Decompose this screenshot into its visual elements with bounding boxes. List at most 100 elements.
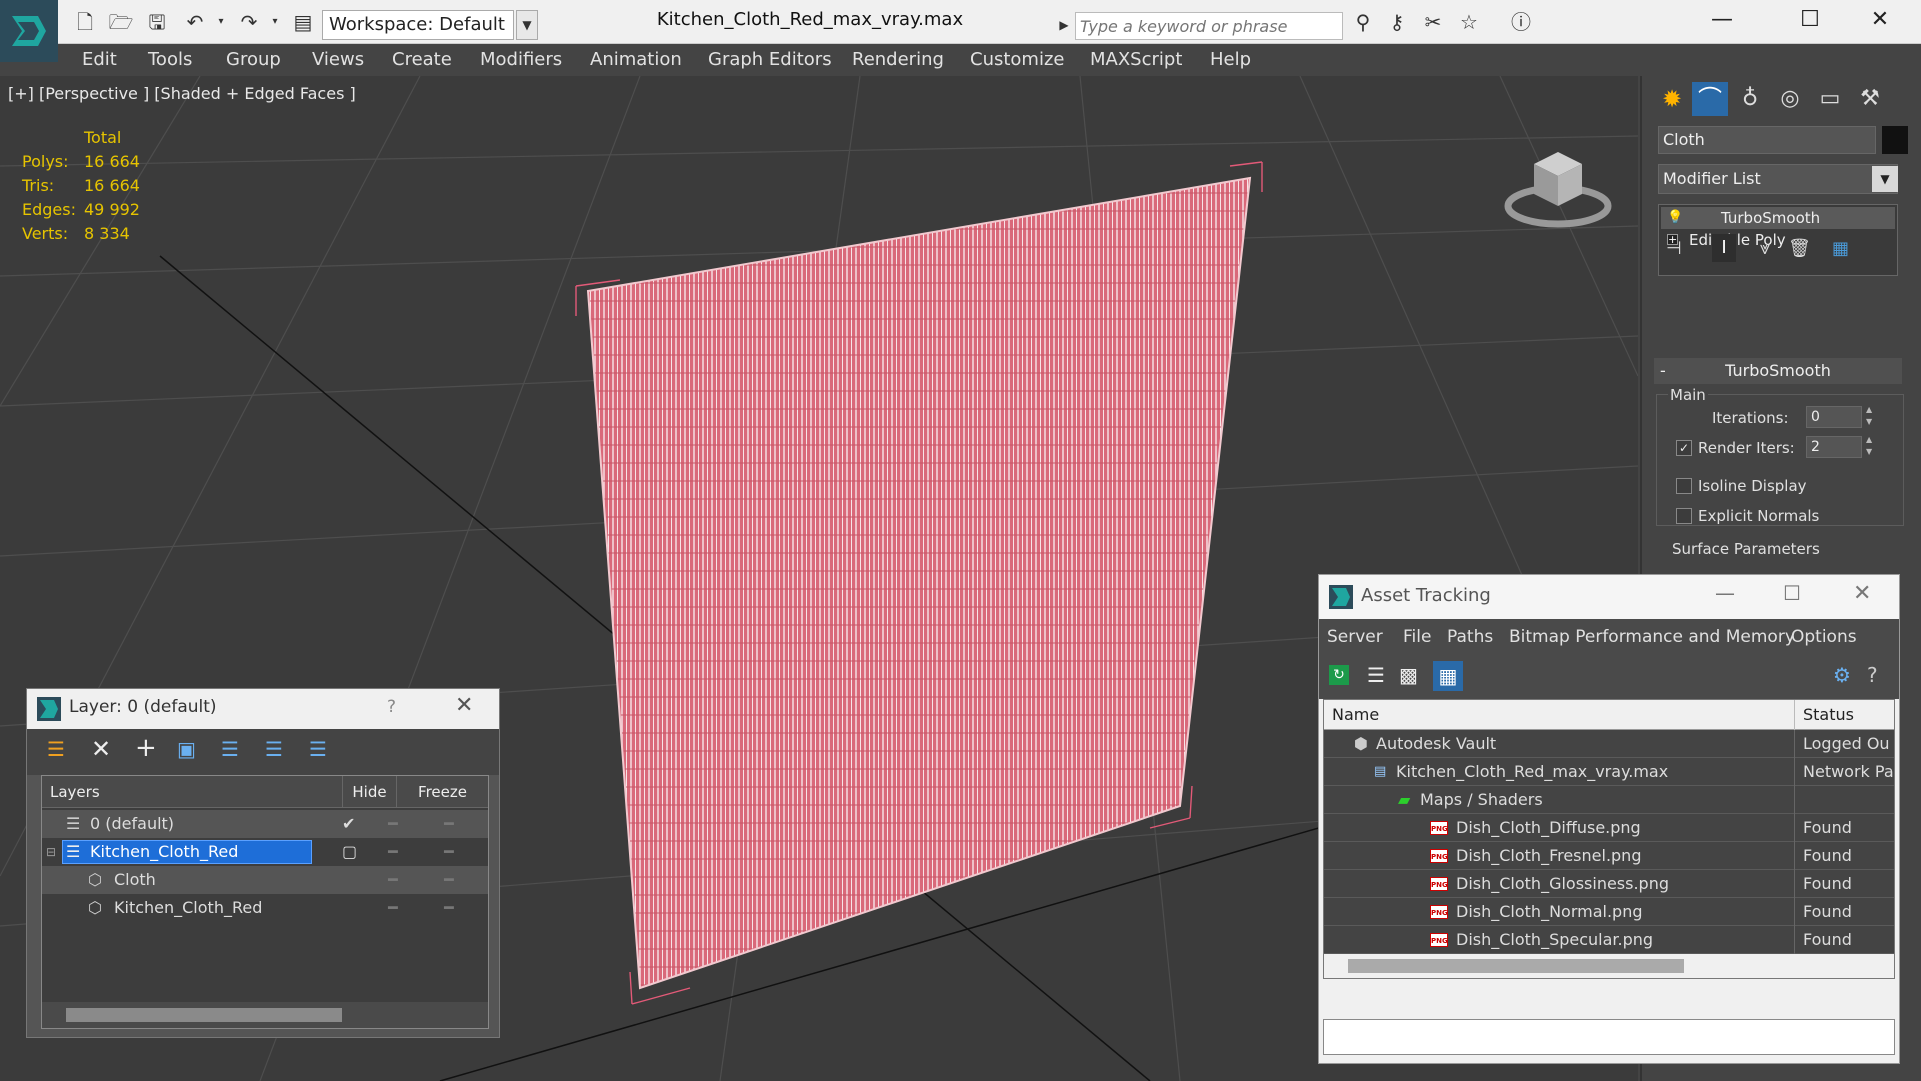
workspace-select[interactable]: Workspace: Default bbox=[322, 10, 514, 40]
list-view-icon[interactable]: ☰ bbox=[1367, 663, 1385, 687]
menu-help[interactable]: Help bbox=[1210, 44, 1251, 76]
layer-row[interactable]: ⬡ Cloth ━ ━ bbox=[42, 866, 488, 894]
menu-maxscript[interactable]: MAXScript bbox=[1090, 44, 1182, 76]
render-iters-checkbox[interactable]: ✓ bbox=[1676, 440, 1692, 456]
app-logo-icon[interactable] bbox=[0, 0, 58, 62]
freeze-toggle-icon[interactable]: ━ bbox=[444, 866, 454, 894]
menu-group[interactable]: Group bbox=[226, 44, 281, 76]
hide-toggle-icon[interactable]: ━ bbox=[388, 894, 398, 922]
spinner-arrows-icon[interactable]: ▲ ▼ bbox=[1866, 404, 1872, 428]
minimize-icon[interactable]: — bbox=[1715, 581, 1735, 605]
table-row[interactable]: ▤ Kitchen_Cloth_Red_max_vray.max Network… bbox=[1324, 758, 1894, 786]
binoculars-icon[interactable]: ⚲ bbox=[1350, 10, 1376, 34]
object-color-swatch[interactable] bbox=[1882, 126, 1908, 154]
freeze-toggle-icon[interactable]: ━ bbox=[444, 894, 454, 922]
help-search-icon[interactable]: ? bbox=[1867, 663, 1878, 687]
stack-item-editable-poly[interactable]: + Editable Poly bbox=[1661, 229, 1895, 251]
table-row[interactable]: PNG Dish_Cloth_Specular.png Found bbox=[1324, 926, 1894, 954]
table-row[interactable]: PNG Dish_Cloth_Normal.png Found bbox=[1324, 898, 1894, 926]
stack-item-turbosmooth[interactable]: 💡 TurboSmooth bbox=[1661, 207, 1895, 229]
cloth-object[interactable] bbox=[586, 176, 1252, 990]
column-status[interactable]: Status bbox=[1794, 700, 1894, 730]
refresh-icon[interactable]: ↻ bbox=[1329, 665, 1349, 685]
modify-tab-icon[interactable]: ⌒ bbox=[1692, 82, 1728, 116]
menu-paths[interactable]: Paths bbox=[1447, 619, 1493, 655]
table-view-icon[interactable]: ▦ bbox=[1433, 661, 1463, 691]
viewcube-icon[interactable] bbox=[1500, 124, 1620, 234]
table-row[interactable]: PNG Dish_Cloth_Fresnel.png Found bbox=[1324, 842, 1894, 870]
select-objects-icon[interactable]: ▣ bbox=[177, 737, 196, 761]
isoline-display-checkbox[interactable] bbox=[1676, 478, 1692, 494]
key-icon[interactable]: ⚷ bbox=[1384, 10, 1410, 34]
redo-dropdown-icon[interactable]: ▾ bbox=[262, 10, 288, 34]
iterations-spinner[interactable]: 0 bbox=[1806, 406, 1862, 428]
open-file-icon[interactable]: 🗁 bbox=[108, 10, 134, 34]
viewport-label[interactable]: [+] [Perspective ] [Shaded + Edged Faces… bbox=[8, 84, 356, 103]
create-tab-icon[interactable]: ✹ bbox=[1654, 82, 1690, 116]
asset-path-field[interactable] bbox=[1323, 1019, 1895, 1055]
thumbnail-view-icon[interactable]: ▩ bbox=[1399, 663, 1418, 687]
collapse-icon[interactable]: ⊟ bbox=[46, 838, 56, 866]
community-icon[interactable]: ✂ bbox=[1420, 10, 1446, 34]
surface-parameters-label[interactable]: Surface Parameters bbox=[1672, 540, 1820, 558]
column-layers[interactable]: Layers bbox=[42, 776, 342, 808]
new-file-icon[interactable]: 🗋 bbox=[72, 10, 98, 34]
search-input[interactable] bbox=[1075, 12, 1343, 40]
menu-server[interactable]: Server bbox=[1327, 619, 1383, 655]
column-freeze[interactable]: Freeze bbox=[396, 776, 488, 808]
set-current-box-icon[interactable]: ▢ bbox=[342, 838, 357, 866]
layer-row[interactable]: ⊟ ☰ Kitchen_Cloth_Red ▢ ━ ━ bbox=[42, 838, 488, 866]
favorites-star-icon[interactable]: ☆ bbox=[1456, 10, 1482, 34]
make-unique-icon[interactable]: ⩔ bbox=[1760, 238, 1770, 259]
menu-tools[interactable]: Tools bbox=[148, 44, 192, 76]
column-hide[interactable]: Hide bbox=[342, 776, 396, 808]
undo-icon[interactable]: ↶ bbox=[182, 10, 208, 34]
select-layer-icon[interactable]: ☰ bbox=[221, 737, 239, 761]
menu-customize[interactable]: Customize bbox=[970, 44, 1064, 76]
menu-animation[interactable]: Animation bbox=[590, 44, 682, 76]
help-button[interactable]: ? bbox=[387, 697, 396, 717]
delete-layer-icon[interactable]: ✕ bbox=[91, 735, 111, 763]
undo-dropdown-icon[interactable]: ▾ bbox=[208, 10, 234, 34]
render-iters-spinner[interactable]: 2 bbox=[1806, 436, 1862, 458]
close-icon[interactable]: ✕ bbox=[1853, 581, 1871, 606]
utilities-tab-icon[interactable]: ⚒ bbox=[1852, 82, 1888, 116]
menu-views[interactable]: Views bbox=[312, 44, 364, 76]
collapse-minus-icon[interactable]: - bbox=[1660, 358, 1666, 384]
current-layer-check-icon[interactable]: ✔ bbox=[342, 810, 355, 838]
hierarchy-tab-icon[interactable]: ♁ bbox=[1732, 82, 1768, 116]
close-icon[interactable]: ✕ bbox=[455, 693, 473, 718]
table-row[interactable]: PNG Dish_Cloth_Diffuse.png Found bbox=[1324, 814, 1894, 842]
display-tab-icon[interactable]: ▭ bbox=[1812, 82, 1848, 116]
menu-edit[interactable]: Edit bbox=[82, 44, 117, 76]
pin-stack-icon[interactable]: ⊣ bbox=[1666, 238, 1682, 259]
layer-row[interactable]: ☰ 0 (default) ✔ ━ ━ bbox=[42, 810, 488, 838]
menu-options[interactable]: Options bbox=[1791, 619, 1857, 655]
chevron-down-icon[interactable]: ▼ bbox=[1872, 166, 1898, 192]
new-layer-icon[interactable]: ☰ bbox=[47, 737, 65, 761]
maximize-icon[interactable]: ☐ bbox=[1780, 4, 1840, 36]
layer-properties-icon[interactable]: ☰ bbox=[309, 737, 327, 761]
search-expand-icon[interactable]: ▶ bbox=[1056, 10, 1072, 40]
menu-modifiers[interactable]: Modifiers bbox=[480, 44, 562, 76]
remove-modifier-icon[interactable]: 🗑 bbox=[1788, 238, 1811, 259]
column-name[interactable]: Name bbox=[1332, 700, 1379, 730]
hide-toggle-icon[interactable]: ━ bbox=[388, 866, 398, 894]
set-current-layer-icon[interactable]: ☰ bbox=[265, 737, 283, 761]
modifier-list-dropdown[interactable]: Modifier List bbox=[1658, 164, 1898, 194]
explicit-normals-checkbox[interactable] bbox=[1676, 508, 1692, 524]
motion-tab-icon[interactable]: ◎ bbox=[1772, 82, 1808, 116]
layer-dialog-titlebar[interactable]: Layer: 0 (default) ? ✕ bbox=[27, 689, 499, 729]
add-to-layer-icon[interactable]: + bbox=[135, 733, 157, 763]
table-row[interactable]: ▰ Maps / Shaders bbox=[1324, 786, 1894, 814]
menu-graph-editors[interactable]: Graph Editors bbox=[708, 44, 832, 76]
asset-tracking-titlebar[interactable]: Asset Tracking — ☐ ✕ bbox=[1319, 575, 1899, 619]
menu-file[interactable]: File bbox=[1403, 619, 1431, 655]
turbosmooth-rollout-header[interactable]: - TurboSmooth bbox=[1654, 358, 1902, 384]
menu-rendering[interactable]: Rendering bbox=[852, 44, 944, 76]
horizontal-scrollbar[interactable] bbox=[42, 1002, 488, 1028]
help-icon[interactable]: ⚙ bbox=[1833, 663, 1851, 687]
redo-icon[interactable]: ↷ bbox=[236, 10, 262, 34]
save-icon[interactable]: 🖫 bbox=[144, 10, 170, 34]
table-row[interactable]: PNG Dish_Cloth_Glossiness.png Found bbox=[1324, 870, 1894, 898]
